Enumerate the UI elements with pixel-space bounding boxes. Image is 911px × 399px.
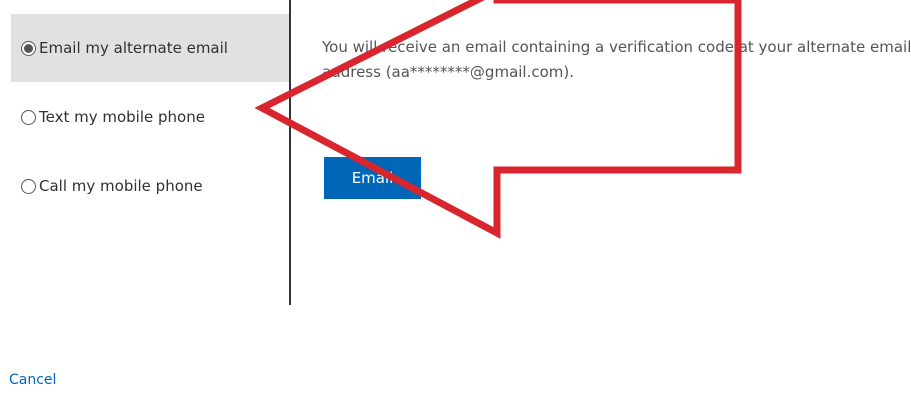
email-button[interactable]: Email: [324, 157, 421, 199]
vertical-divider: [289, 0, 291, 305]
radio-button-selected-icon[interactable]: [21, 40, 36, 56]
option-label: Email my alternate email: [39, 39, 228, 57]
verification-description: You will receive an email containing a v…: [322, 38, 911, 81]
option-label: Call my mobile phone: [39, 177, 203, 195]
option-email-alternate[interactable]: Email my alternate email: [11, 14, 290, 82]
radio-button-icon[interactable]: [21, 109, 36, 125]
radio-button-icon[interactable]: [21, 178, 36, 194]
option-label: Text my mobile phone: [39, 108, 205, 126]
cancel-link[interactable]: Cancel: [9, 372, 56, 388]
option-call-mobile[interactable]: Call my mobile phone: [11, 152, 290, 220]
verification-options: Email my alternate email Text my mobile …: [0, 0, 290, 305]
option-text-mobile[interactable]: Text my mobile phone: [11, 83, 290, 151]
